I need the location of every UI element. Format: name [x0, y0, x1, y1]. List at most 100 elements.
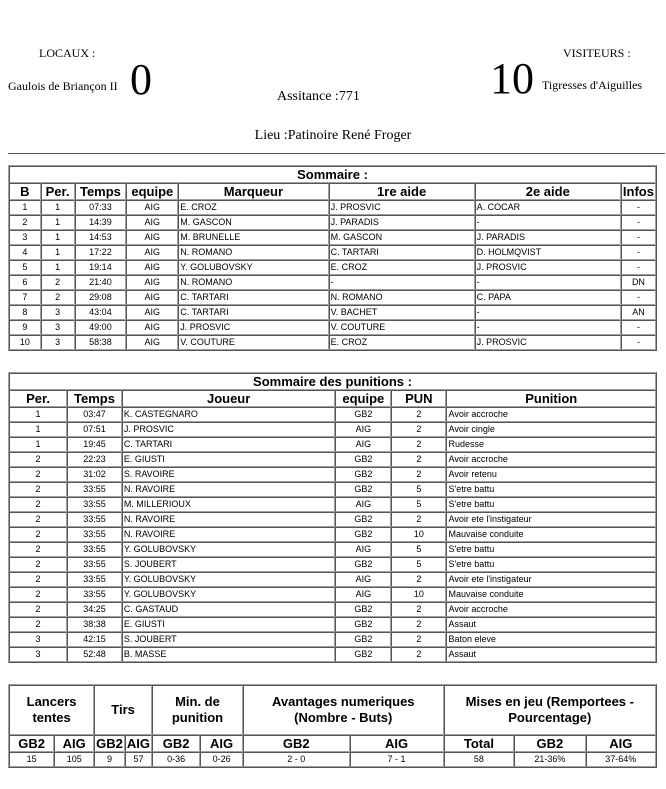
goal-cell: 2 [40, 275, 75, 290]
penalty-cell: 10 [391, 587, 447, 602]
goals-col-header: Infos [620, 183, 656, 200]
stats-value: 21-36% [514, 752, 586, 767]
goal-row: 8 3 43:04 AIG C. TARTARI V. BACHET - AN [9, 305, 656, 320]
stats-value: 105 [54, 752, 95, 767]
penalty-cell: 2 [9, 587, 68, 602]
goal-cell: Y. GOLUBOVSKY [178, 260, 329, 275]
penalty-cell: GB2 [335, 482, 392, 497]
stats-value: 37-64% [585, 752, 656, 767]
penalty-cell: 2 [391, 632, 447, 647]
penalty-cell: C. TARTARI [121, 437, 336, 452]
goal-cell: J. PARADIS [328, 215, 475, 230]
goal-cell: 58:38 [74, 335, 127, 350]
goal-cell: J. PROSVIC [178, 320, 329, 335]
goal-cell: V. COUTURE [328, 320, 475, 335]
penalty-row: 1 07:51 J. PROSVIC AIG 2 Avoir cingle [9, 422, 656, 437]
penalties-summary-table: Sommaire des punitions : Per. Temps Joueur… [8, 372, 657, 663]
penalty-row: 2 33:55 Y. GOLUBOVSKY AIG 5 S'etre battu [9, 542, 656, 557]
penalty-cell: 33:55 [67, 482, 122, 497]
goal-row: 7 2 29:08 AIG C. TARTARI N. ROMANO C. PAPA - [9, 290, 656, 305]
penalty-cell: S. JOUBERT [121, 557, 336, 572]
penalty-cell: 33:55 [67, 512, 122, 527]
penalty-cell: Avoir accroche [446, 452, 656, 467]
stats-group-header: Avantages numeriques (Nombre - Buts) [242, 685, 444, 735]
penalty-cell: AIG [335, 572, 392, 587]
penalty-cell: 2 [9, 617, 68, 632]
stats-value: 0-36 [152, 752, 201, 767]
penalty-cell: 38:38 [67, 617, 122, 632]
penalty-cell: Mauvaise conduite [446, 587, 656, 602]
goal-row: 6 2 21:40 AIG N. ROMANO - - DN [9, 275, 656, 290]
goal-row: 3 1 14:53 AIG M. BRUNELLE M. GASCON J. PARADIS… [9, 230, 656, 245]
penalty-cell: 2 [9, 602, 68, 617]
goal-cell: 17:22 [74, 245, 127, 260]
goal-cell: 8 [9, 305, 41, 320]
penalty-cell: 2 [9, 467, 68, 482]
penalty-cell: 2 [9, 557, 68, 572]
penalty-row: 2 33:55 Y. GOLUBOVSKY AIG 2 Avoir ete l'insti… [9, 572, 656, 587]
goal-cell: 7 [9, 290, 41, 305]
goal-cell: V. BACHET [328, 305, 475, 320]
stats-sub-header: GB2 [242, 735, 350, 752]
penalty-cell: Assaut [446, 647, 656, 662]
penalties-table-title: Sommaire des punitions : [9, 373, 656, 390]
penalty-cell: GB2 [335, 452, 392, 467]
penalty-row: 2 38:38 E. GIUSTI GB2 2 Assaut [9, 617, 656, 632]
goal-cell: 14:53 [74, 230, 127, 245]
penalty-cell: N. RAVOIRE [121, 482, 336, 497]
penalty-row: 2 22:23 E. GIUSTI GB2 2 Avoir accroche [9, 452, 656, 467]
goal-cell: 1 [9, 200, 41, 215]
penalty-cell: Y. GOLUBOVSKY [121, 587, 336, 602]
penalty-cell: Avoir accroche [446, 407, 656, 422]
penalty-cell: 5 [391, 557, 447, 572]
goals-summary-table: Sommaire : B Per. Temps equipe Marqueur 1re a… [8, 165, 657, 351]
penalty-cell: Avoir retenu [446, 467, 656, 482]
goal-row: 1 1 07:33 AIG E. CROZ J. PROSVIC A. COCAR - [9, 200, 656, 215]
penalty-cell: 2 [391, 437, 447, 452]
penalties-col-header: Temps [67, 390, 122, 407]
goals-col-header: 1re aide [328, 183, 475, 200]
goal-cell: - [620, 200, 656, 215]
penalty-cell: 2 [391, 407, 447, 422]
stats-value: 15 [9, 752, 55, 767]
penalty-cell: 3 [9, 647, 68, 662]
penalty-cell: 33:55 [67, 527, 122, 542]
penalty-cell: 2 [9, 497, 68, 512]
penalty-row: 3 42:15 S. JOUBERT GB2 2 Baton eleve [9, 632, 656, 647]
goal-cell: AIG [126, 290, 179, 305]
penalty-cell: S. JOUBERT [121, 632, 336, 647]
penalty-cell: Mauvaise conduite [446, 527, 656, 542]
penalty-cell: 10 [391, 527, 447, 542]
goal-cell: AIG [126, 215, 179, 230]
goal-cell: 21:40 [74, 275, 127, 290]
penalty-cell: AIG [335, 542, 392, 557]
goal-cell: AN [620, 305, 656, 320]
penalty-cell: 2 [391, 467, 447, 482]
goal-cell: C. TARTARI [178, 290, 329, 305]
goal-row: 5 1 19:14 AIG Y. GOLUBOVSKY E. CROZ J. PROSVIC… [9, 260, 656, 275]
penalty-cell: 5 [391, 497, 447, 512]
goal-cell: J. PROSVIC [474, 260, 621, 275]
away-label: VISITEURS : [563, 46, 631, 60]
penalties-col-header: Per. [9, 390, 68, 407]
penalty-cell: E. GIUSTI [121, 617, 336, 632]
stats-group-header: Lancers tentes [9, 685, 95, 735]
penalty-cell: 2 [9, 527, 68, 542]
penalty-cell: Avoir ete l'instigateur [446, 572, 656, 587]
penalty-cell: GB2 [335, 407, 392, 422]
goal-cell: M. BRUNELLE [178, 230, 329, 245]
penalty-cell: 19:45 [67, 437, 122, 452]
penalty-cell: M. MILLERIOUX [121, 497, 336, 512]
home-team-name: Gaulois de Briançon II [8, 79, 118, 93]
penalty-cell: Avoir cingle [446, 422, 656, 437]
goals-col-header: 2e aide [474, 183, 621, 200]
goal-row: 9 3 49:00 AIG J. PROSVIC V. COUTURE - - [9, 320, 656, 335]
goal-cell: AIG [126, 230, 179, 245]
penalty-cell: GB2 [335, 512, 392, 527]
penalty-row: 1 19:45 C. TARTARI AIG 2 Rudesse [9, 437, 656, 452]
penalty-cell: S'etre battu [446, 482, 656, 497]
penalty-cell: 33:55 [67, 572, 122, 587]
penalty-cell: AIG [335, 422, 392, 437]
penalty-row: 2 33:55 M. MILLERIOUX AIG 5 S'etre battu [9, 497, 656, 512]
goal-cell: - [620, 335, 656, 350]
